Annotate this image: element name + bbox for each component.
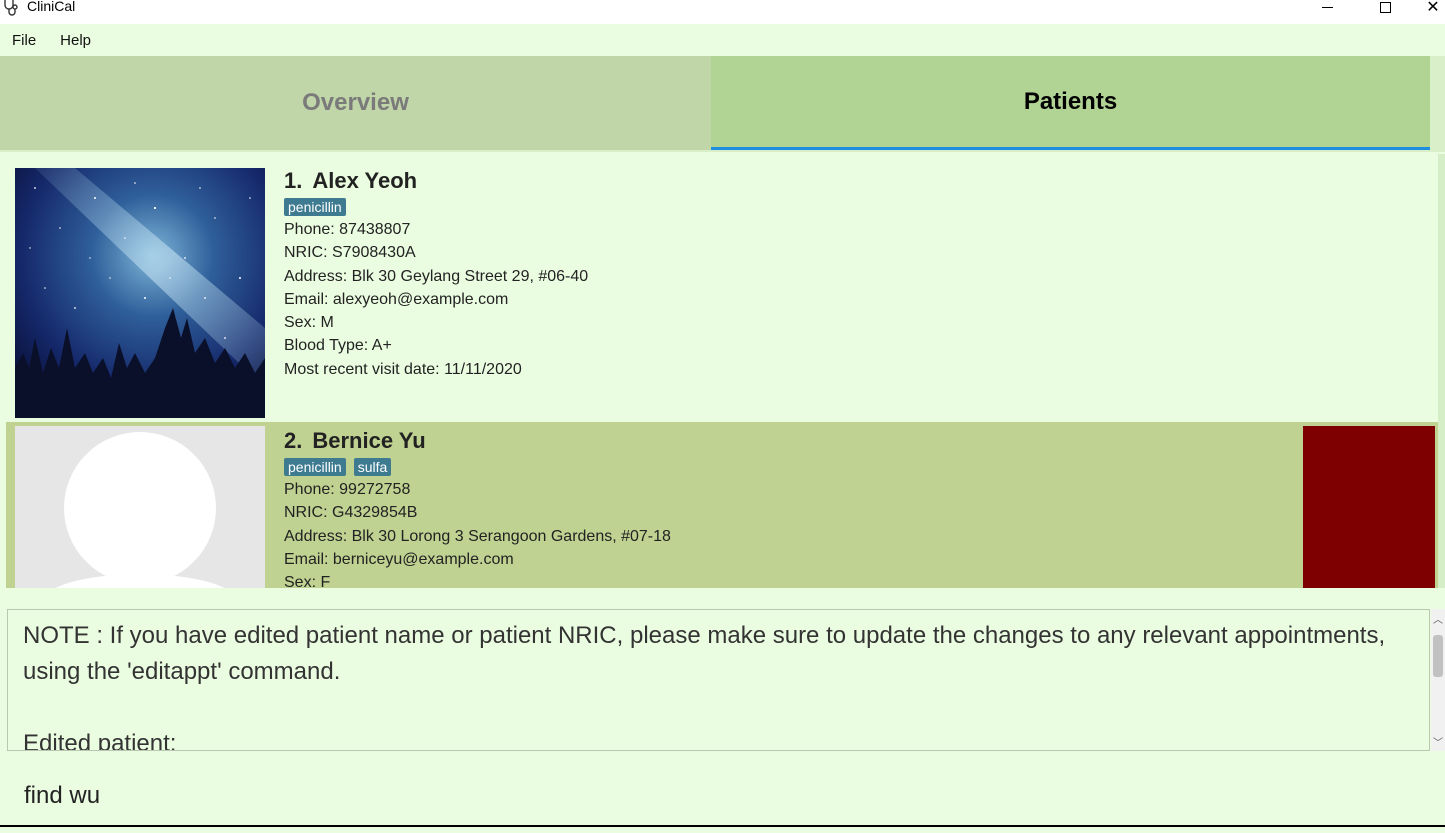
result-note: NOTE : If you have edited patient name o… [23, 622, 1386, 685]
stethoscope-icon [2, 0, 22, 16]
patient-address: Address: Blk 30 Lorong 3 Serangoon Garde… [284, 527, 671, 545]
title-bar: CliniCal ✕ [0, 0, 1445, 24]
patient-phone: Phone: 87438807 [284, 221, 411, 238]
patient-sex: Sex: M [284, 314, 334, 332]
patient-phone: Phone: 99272758 [284, 481, 411, 498]
scrollbar-thumb[interactable] [1433, 635, 1443, 677]
allergy-tag: penicillin [284, 458, 346, 476]
patient-card-selected[interactable]: 2. Bernice Yu penicillin sulfa Phone: 992… [6, 422, 1438, 588]
tag-list: penicillin [284, 198, 588, 216]
patient-address: Address: Blk 30 Geylang Street 29, #06-4… [284, 267, 589, 285]
risk-indicator [1303, 426, 1435, 588]
result-text: NOTE : If you have edited patient name o… [23, 618, 1403, 751]
patient-name-row: 1. Alex Yeoh [284, 168, 588, 194]
menu-help[interactable]: Help [48, 32, 103, 49]
result-display[interactable]: NOTE : If you have edited patient name o… [7, 609, 1430, 751]
patient-info: 1. Alex Yeoh penicillin Phone: 87438807 N… [284, 168, 588, 381]
patient-email: Email: alexyeoh@example.com [284, 290, 509, 308]
patient-list[interactable]: 1. Alex Yeoh penicillin Phone: 87438807 N… [0, 154, 1445, 588]
chevron-down-icon[interactable]: ﹀ [1433, 734, 1443, 749]
window-title: CliniCal [27, 0, 76, 14]
default-avatar-icon [15, 426, 265, 588]
patient-index: 2. [284, 428, 303, 453]
patient-name: Alex Yeoh [312, 168, 418, 193]
minimize-icon [1321, 6, 1333, 8]
patient-nric: NRIC: G4329854B [284, 504, 418, 522]
patient-nric: NRIC: S7908430A [284, 244, 416, 262]
list-scrollbar[interactable] [1438, 154, 1445, 588]
menu-file[interactable]: File [0, 32, 48, 49]
patient-name-row: 2. Bernice Yu [284, 428, 671, 454]
command-input[interactable] [24, 780, 1424, 812]
tag-list: penicillin sulfa [284, 458, 671, 476]
patient-info: 2. Bernice Yu penicillin sulfa Phone: 992… [284, 428, 671, 588]
tab-overview[interactable]: Overview [0, 56, 711, 150]
maximize-icon [1379, 1, 1391, 13]
close-button[interactable]: ✕ [1410, 0, 1445, 16]
patient-photo [15, 168, 265, 418]
patient-email: Email: berniceyu@example.com [284, 550, 514, 568]
allergy-tag: penicillin [284, 198, 346, 216]
allergy-tag: sulfa [353, 458, 392, 476]
patient-blood-type: Blood Type: A+ [284, 337, 392, 355]
close-icon: ✕ [1426, 0, 1440, 16]
patient-sex: Sex: F [284, 574, 331, 588]
patient-name: Bernice Yu [312, 428, 426, 453]
menu-bar: File Help [0, 24, 1445, 56]
tab-patients[interactable]: Patients [711, 56, 1430, 150]
patient-card[interactable]: 1. Alex Yeoh penicillin Phone: 87438807 N… [6, 162, 1438, 424]
patient-visit-date: Most recent visit date: 11/11/2020 [284, 360, 522, 378]
result-scrollbar[interactable]: ︿ ﹀ [1431, 609, 1445, 751]
tab-bar: Overview Patients [0, 56, 1445, 152]
minimize-button[interactable] [1304, 0, 1350, 14]
result-edited: Edited patient: [23, 730, 177, 751]
chevron-up-icon[interactable]: ︿ [1433, 611, 1443, 626]
maximize-button[interactable] [1362, 0, 1408, 14]
patient-index: 1. [284, 168, 303, 193]
command-box [0, 760, 1445, 827]
